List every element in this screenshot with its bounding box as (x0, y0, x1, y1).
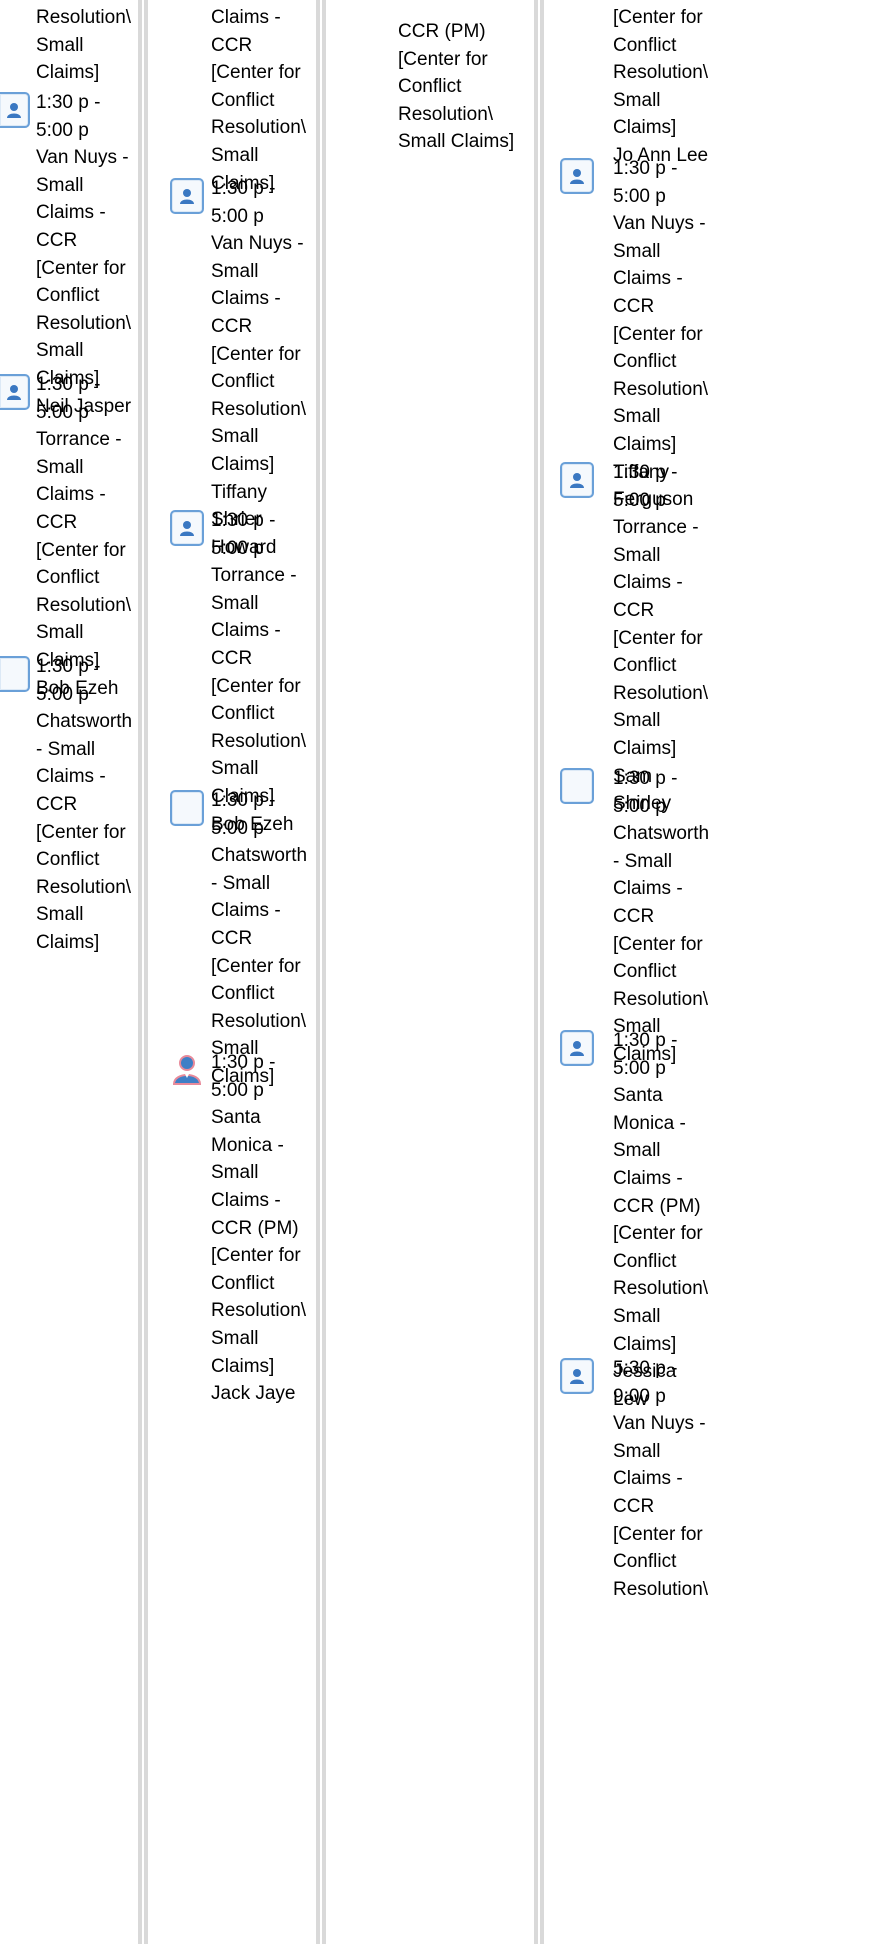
appointment-text[interactable]: 1:30 p - 5:00 p Chatsworth - Small Claim… (36, 653, 132, 957)
appointment-text[interactable]: 1:30 p - 5:00 p Chatsworth - Small Claim… (211, 787, 307, 1091)
empty-slot-icon[interactable] (560, 768, 594, 804)
appointment-text[interactable]: 1:30 p - 5:00 p Van Nuys - Small Claims … (211, 175, 306, 561)
column-divider (322, 0, 326, 1944)
empty-slot-icon[interactable] (0, 656, 30, 692)
user-icon[interactable] (0, 92, 30, 128)
user-icon[interactable] (560, 462, 594, 498)
appointment-text[interactable]: 1:30 p - 5:00 p Chatsworth - Small Claim… (613, 765, 709, 1069)
column-divider (138, 0, 142, 1944)
column-divider (534, 0, 538, 1944)
user-icon[interactable] (170, 510, 204, 546)
calendar-week-view: Resolution\ Small Claims] 1:30 p - 5:00 … (0, 0, 882, 1944)
empty-slot-icon[interactable] (170, 790, 204, 826)
appointment-text[interactable]: Resolution\ Small Claims] (36, 4, 131, 87)
column-divider (144, 0, 148, 1944)
appointment-text[interactable]: 5:30 p - 9:00 p Van Nuys - Small Claims … (613, 1355, 708, 1603)
user-icon[interactable] (170, 178, 204, 214)
user-icon[interactable] (560, 1030, 594, 1066)
appointment-text[interactable]: CCR (PM) [Center for Conflict Resolution… (398, 18, 514, 156)
appointment-text[interactable]: Claims - CCR [Center for Conflict Resolu… (211, 4, 306, 197)
column-divider (540, 0, 544, 1944)
user-icon[interactable] (560, 158, 594, 194)
user-icon[interactable] (560, 1358, 594, 1394)
column-divider (316, 0, 320, 1944)
person-icon[interactable] (170, 1052, 204, 1088)
appointment-text[interactable]: [Center for Conflict Resolution\ Small C… (613, 4, 708, 170)
appointment-text[interactable]: 1:30 p - 5:00 p Torrance - Small Claims … (613, 459, 708, 818)
appointment-text[interactable]: 1:30 p - 5:00 p Santa Monica - Small Cla… (211, 1049, 306, 1408)
user-icon[interactable] (0, 374, 30, 410)
